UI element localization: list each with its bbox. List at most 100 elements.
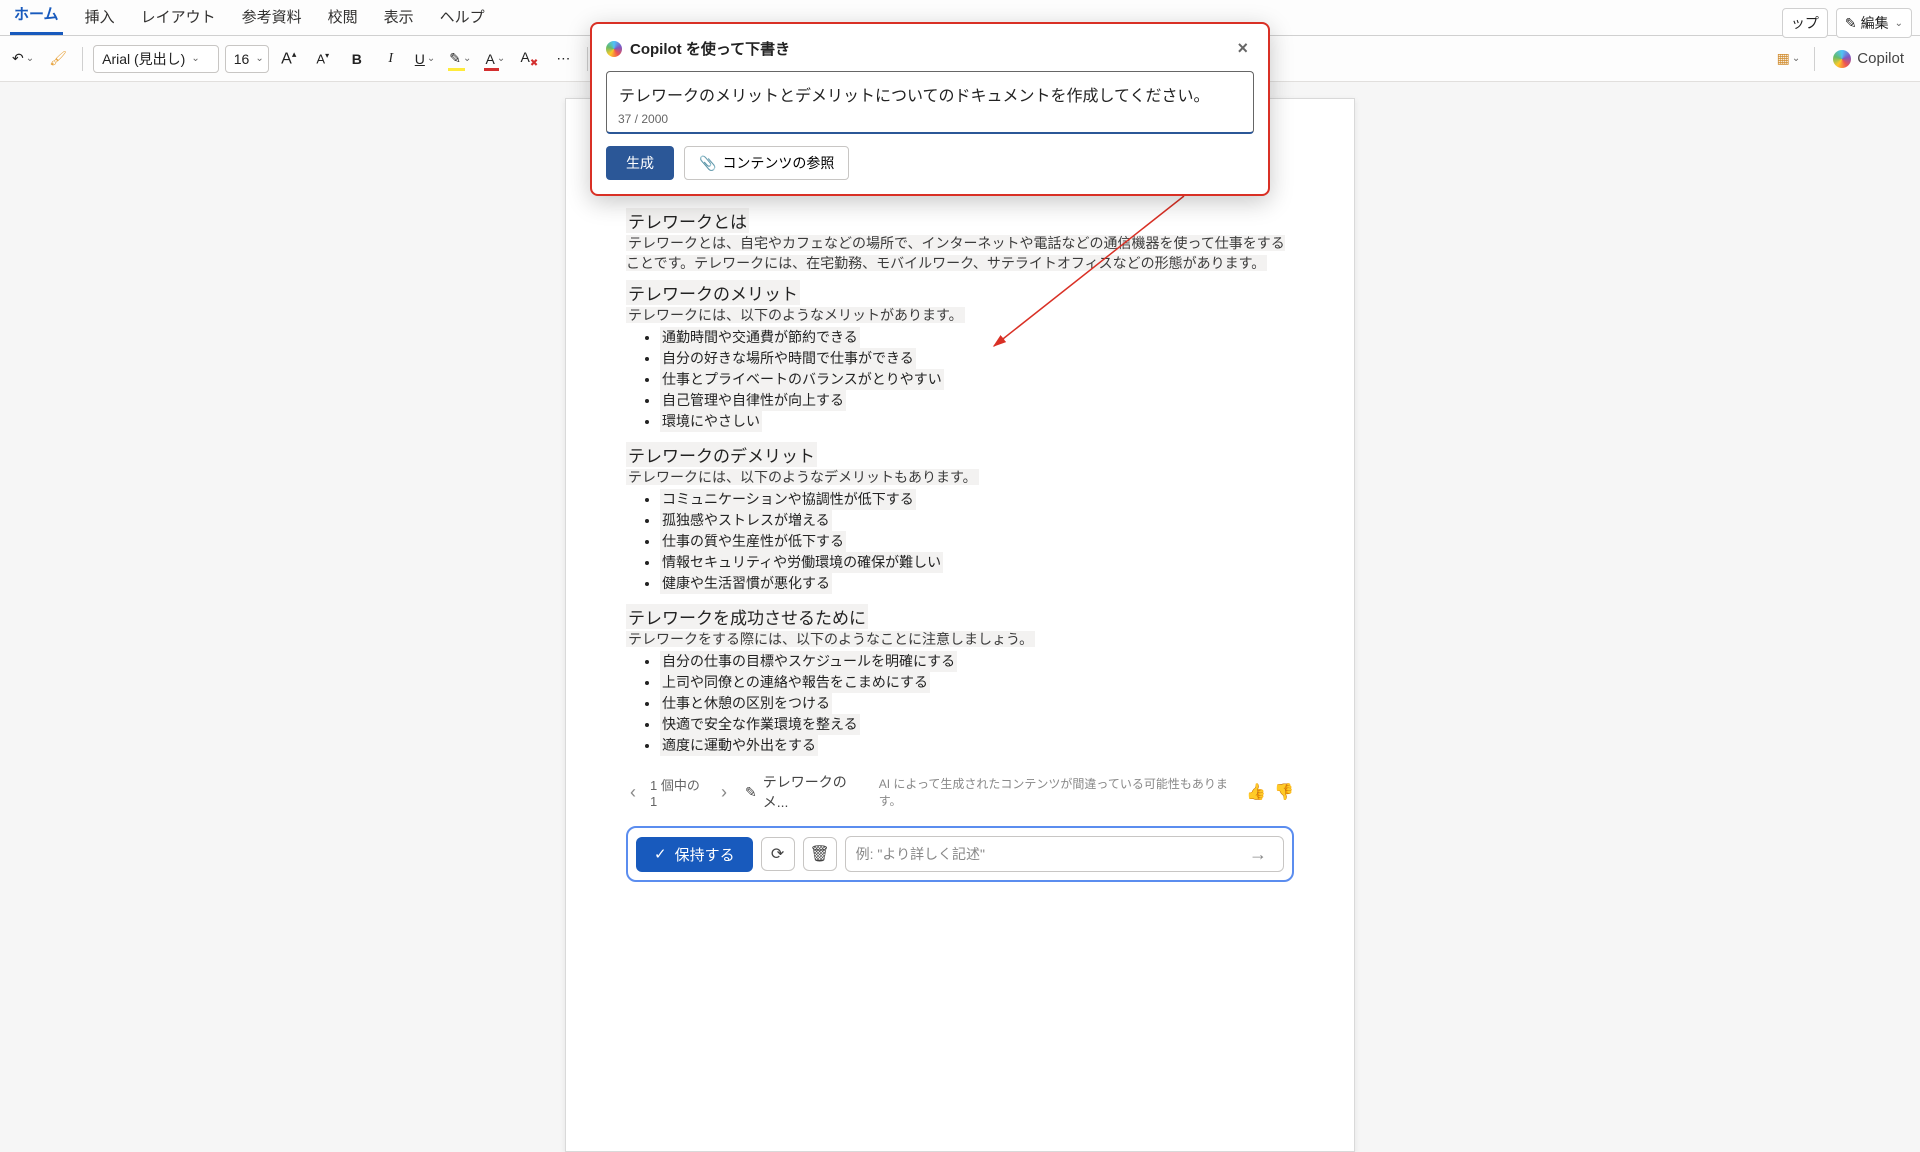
copilot-ribbon-button[interactable]: Copilot xyxy=(1825,46,1912,72)
tab-review[interactable]: 校閲 xyxy=(324,0,362,35)
catchup-button-fragment[interactable]: ップ xyxy=(1782,8,1828,38)
section-heading: テレワークを成功させるために xyxy=(626,604,868,629)
font-size-value: 16 xyxy=(234,51,250,67)
list-item: 通勤時間や交通費が節約できる xyxy=(660,327,860,348)
suggestion-counter: 1 個中の 1 xyxy=(650,775,707,809)
highlight-button[interactable]: ✎⌄ xyxy=(445,44,475,74)
discard-button[interactable]: 🗑 xyxy=(803,837,837,871)
underline-button[interactable]: U⌄ xyxy=(411,44,440,74)
italic-button[interactable]: I xyxy=(377,44,405,74)
pencil-icon: ✎ xyxy=(1845,15,1857,32)
close-button[interactable]: × xyxy=(1231,36,1254,61)
clear-format-button[interactable]: A✖ xyxy=(515,44,543,74)
attachment-icon: 📎 xyxy=(699,155,716,172)
ai-disclaimer: AI によって生成されたコンテンツが間違っている可能性もあります。 xyxy=(879,775,1228,809)
tab-help[interactable]: ヘルプ xyxy=(436,0,489,35)
chevron-down-icon: ⌄ xyxy=(1893,18,1903,29)
list-item: 環境にやさしい xyxy=(660,411,762,432)
list-item: 快適で安全な作業環境を整える xyxy=(660,714,860,735)
bold-icon: B xyxy=(352,51,362,67)
thumbs-up-button[interactable]: 👍 xyxy=(1246,782,1266,802)
bold-button[interactable]: B xyxy=(343,44,371,74)
copilot-prompt-text: テレワークのメリットとデメリットについてのドキュメントを作成してください。 xyxy=(619,88,1210,105)
bullet-list: 通勤時間や交通費が節約できる自分の好きな場所や時間で仕事ができる仕事とプライベー… xyxy=(660,327,1294,432)
followup-input[interactable]: 例: "より詳しく記述" → xyxy=(845,836,1284,872)
decrease-font-button[interactable]: A▾ xyxy=(309,44,337,74)
copilot-panel-title: Copilot を使って下書き xyxy=(630,38,790,59)
copilot-icon xyxy=(606,41,622,57)
list-item: 自分の好きな場所や時間で仕事ができる xyxy=(660,348,916,369)
clear-format-icon: A✖ xyxy=(521,49,539,69)
toolbar-right: ▦⌄ Copilot xyxy=(1773,44,1912,74)
underline-icon: U xyxy=(415,51,425,67)
copilot-panel-header: Copilot を使って下書き × xyxy=(606,36,1254,71)
section-paragraph: テレワークをする際には、以下のようなことに注意しましょう。 xyxy=(626,631,1035,647)
editing-mode-label: 編集 xyxy=(1861,13,1889,33)
list-item: コミュニケーションや協調性が低下する xyxy=(660,489,916,510)
prev-suggestion-button[interactable]: ‹ xyxy=(626,782,640,803)
list-item: 仕事とプライベートのバランスがとりやすい xyxy=(660,369,944,390)
increase-font-button[interactable]: A▴ xyxy=(275,44,303,74)
section-heading: テレワークのメリット xyxy=(626,280,800,305)
next-suggestion-button[interactable]: › xyxy=(717,782,731,803)
editing-mode-button[interactable]: ✎ 編集 ⌄ xyxy=(1836,8,1912,38)
thumbs-down-button[interactable]: 👎 xyxy=(1274,782,1294,802)
tab-references[interactable]: 参考資料 xyxy=(238,0,306,35)
list-item: 孤独感やストレスが増える xyxy=(660,510,832,531)
copilot-icon xyxy=(1833,50,1851,68)
ai-action-row: ✓ 保持する ⟳ 🗑 例: "より詳しく記述" → xyxy=(626,826,1294,882)
section-paragraph: テレワークには、以下のようなメリットがあります。 xyxy=(626,307,965,323)
list-item: 自分の仕事の目標やスケジュールを明確にする xyxy=(660,651,957,672)
tab-layout[interactable]: レイアウト xyxy=(137,0,220,35)
check-icon: ✓ xyxy=(654,845,667,863)
tab-home[interactable]: ホーム xyxy=(10,0,63,35)
list-item: 健康や生活習慣が悪化する xyxy=(660,573,832,594)
font-name-value: Arial (見出し) xyxy=(102,49,185,69)
prompt-tag-text: テレワークのメ... xyxy=(763,772,865,812)
regenerate-button[interactable]: ⟳ xyxy=(761,837,795,871)
list-item: 適度に運動や外出をする xyxy=(660,735,818,756)
copilot-draft-panel: Copilot を使って下書き × テレワークのメリットとデメリットについてのド… xyxy=(590,22,1270,196)
more-font-button[interactable]: ⋯ xyxy=(549,44,577,74)
font-color-button[interactable]: A⌄ xyxy=(481,44,509,74)
brush-icon: 🖌 xyxy=(49,50,67,67)
chevron-down-icon: ⌄ xyxy=(255,53,263,64)
reference-content-button[interactable]: 📎 コンテンツの参照 xyxy=(684,146,849,180)
list-item: 仕事と休憩の区別をつける xyxy=(660,693,832,714)
refresh-icon: ⟳ xyxy=(771,844,784,864)
pencil-icon: ✎ xyxy=(745,784,757,801)
font-name-select[interactable]: Arial (見出し) ⌄ xyxy=(93,45,219,73)
font-color-icon: A xyxy=(486,51,495,67)
copilot-ribbon-label: Copilot xyxy=(1857,50,1904,67)
send-icon: → xyxy=(1243,844,1273,865)
prompt-tag[interactable]: ✎ テレワークのメ... xyxy=(741,770,869,814)
grid-icon: ▦ xyxy=(1777,50,1790,67)
chevron-down-icon: ⌄ xyxy=(191,53,199,64)
section-paragraph: テレワークには、以下のようなデメリットもあります。 xyxy=(626,469,979,485)
tab-insert[interactable]: 挿入 xyxy=(81,0,119,35)
bullet-list: コミュニケーションや協調性が低下する孤独感やストレスが増える仕事の質や生産性が低… xyxy=(660,489,1294,594)
generate-button[interactable]: 生成 xyxy=(606,146,674,180)
ellipsis-icon: ⋯ xyxy=(556,50,570,67)
list-item: 上司や同僚との連絡や報告をこまめにする xyxy=(660,672,930,693)
format-painter-button[interactable]: 🖌 xyxy=(44,44,72,74)
undo-button[interactable]: ↶⌄ xyxy=(8,44,38,74)
highlight-icon: ✎ xyxy=(449,50,461,67)
separator xyxy=(1814,47,1815,71)
keep-button-label: 保持する xyxy=(675,844,735,865)
document-canvas: テレワークのメリットとデメリット テレワークをする際に知っておくべきこと テレワ… xyxy=(0,82,1920,1152)
bullet-list: 自分の仕事の目標やスケジュールを明確にする上司や同僚との連絡や報告をこまめにする… xyxy=(660,651,1294,756)
trash-icon: 🗑 xyxy=(809,844,829,864)
section-paragraph: テレワークとは、自宅やカフェなどの場所で、インターネットや電話などの通信機器を使… xyxy=(626,235,1285,271)
list-item: 自己管理や自律性が向上する xyxy=(660,390,846,411)
separator xyxy=(587,47,588,71)
separator xyxy=(82,47,83,71)
font-size-select[interactable]: 16 ⌄ xyxy=(225,45,269,73)
list-item: 情報セキュリティや労働環境の確保が難しい xyxy=(660,552,943,573)
followup-placeholder: 例: "より詳しく記述" xyxy=(856,844,985,864)
keep-button[interactable]: ✓ 保持する xyxy=(636,837,753,872)
tab-view[interactable]: 表示 xyxy=(380,0,418,35)
copilot-panel-actions: 生成 📎 コンテンツの参照 xyxy=(606,146,1254,180)
document-page[interactable]: テレワークのメリットとデメリット テレワークをする際に知っておくべきこと テレワ… xyxy=(565,98,1355,1152)
table-style-button[interactable]: ▦⌄ xyxy=(1773,44,1805,74)
